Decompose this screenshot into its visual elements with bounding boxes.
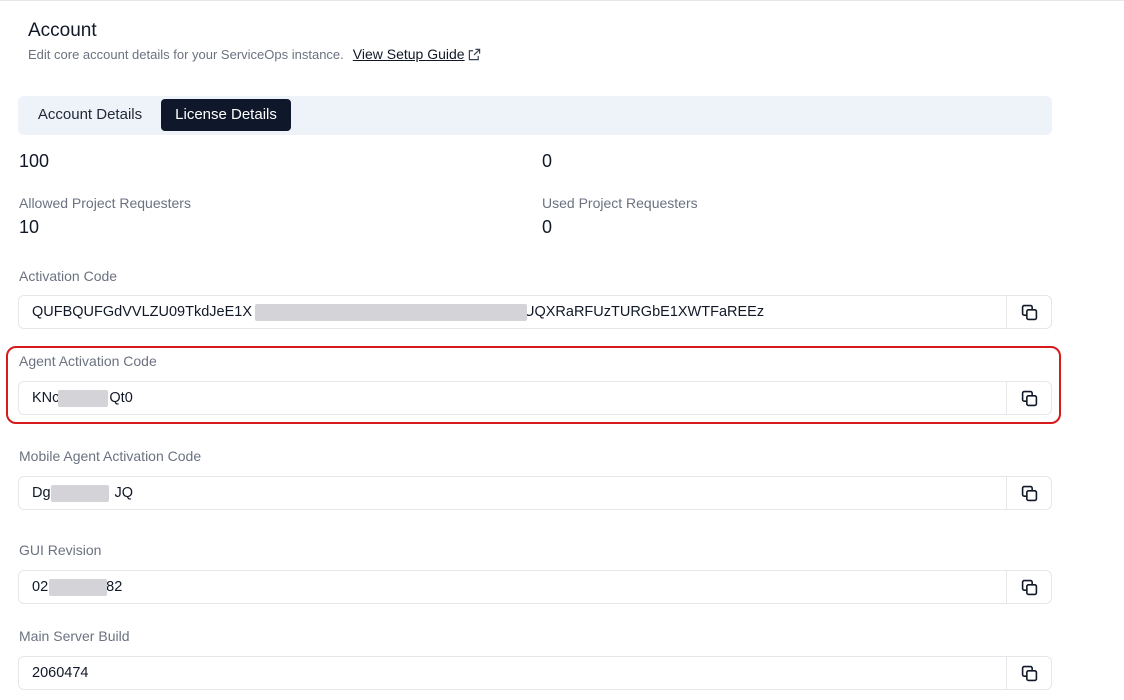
main-server-build-label: Main Server Build (19, 628, 130, 644)
main-server-build-value: 2060474 (32, 665, 89, 681)
main-server-build-field[interactable]: 2060474 (18, 656, 1052, 690)
copy-icon (1021, 579, 1037, 595)
page-subtitle: Edit core account details for your Servi… (28, 46, 344, 62)
mobile-agent-activation-code-label: Mobile Agent Activation Code (19, 448, 202, 464)
activation-code-label: Activation Code (19, 268, 118, 284)
page-title: Account (28, 20, 97, 41)
mobile-agent-activation-code-field[interactable]: Dg JQ (18, 476, 1052, 510)
gui-revision-prefix: 02 (32, 579, 49, 595)
tab-bar: Account Details License Details (18, 96, 1052, 135)
copy-icon (1021, 485, 1037, 501)
copy-mobile-agent-activation-code-button[interactable] (1006, 477, 1051, 509)
gui-revision-field[interactable]: 02 82 (18, 570, 1052, 604)
redaction-blur (51, 485, 109, 502)
copy-icon (1021, 304, 1037, 320)
agent-activation-code-field[interactable]: KNc Qt0 (18, 381, 1052, 415)
copy-activation-code-button[interactable] (1006, 296, 1051, 328)
agent-activation-code-suffix: Qt0 (109, 390, 133, 406)
used-project-requesters-value: 0 (542, 217, 553, 237)
stat-top-left-value: 100 (19, 151, 50, 171)
copy-agent-activation-code-button[interactable] (1006, 382, 1051, 414)
agent-activation-code-label: Agent Activation Code (19, 353, 157, 369)
activation-code-field[interactable]: QUFBQUFGdVVLZU09TkdJeE1X UQXRaRFUzTURGbE1… (18, 295, 1052, 329)
redaction-blur (58, 390, 108, 407)
redaction-blur (49, 579, 107, 596)
subtitle-row: Edit core account details for your Servi… (28, 46, 481, 62)
copy-icon (1021, 390, 1037, 406)
redaction-blur (255, 304, 527, 321)
agent-activation-code-prefix: KNc (32, 390, 60, 406)
allowed-project-requesters-label: Allowed Project Requesters (19, 195, 191, 211)
gui-revision-label: GUI Revision (19, 542, 102, 558)
mobile-agent-activation-code-prefix: Dg (32, 485, 51, 501)
view-setup-guide-link[interactable]: View Setup Guide (353, 46, 481, 62)
gui-revision-suffix: 82 (106, 579, 123, 595)
copy-icon (1021, 665, 1037, 681)
mobile-agent-activation-code-suffix: JQ (114, 485, 134, 501)
copy-gui-revision-button[interactable] (1006, 571, 1051, 603)
copy-main-server-build-button[interactable] (1006, 657, 1051, 689)
stat-top-right-value: 0 (542, 151, 553, 171)
tab-license-details[interactable]: License Details (161, 99, 291, 131)
activation-code-prefix: QUFBQUFGdVVLZU09TkdJeE1X (32, 304, 252, 320)
view-setup-guide-label: View Setup Guide (352, 46, 465, 62)
external-link-icon (468, 48, 480, 60)
used-project-requesters-label: Used Project Requesters (542, 195, 698, 211)
activation-code-suffix: UQXRaRFUzTURGbE1XWTFaREEz (524, 304, 765, 320)
tab-account-details[interactable]: Account Details (26, 99, 154, 131)
allowed-project-requesters-value: 10 (19, 217, 40, 237)
top-border (0, 0, 1124, 1)
